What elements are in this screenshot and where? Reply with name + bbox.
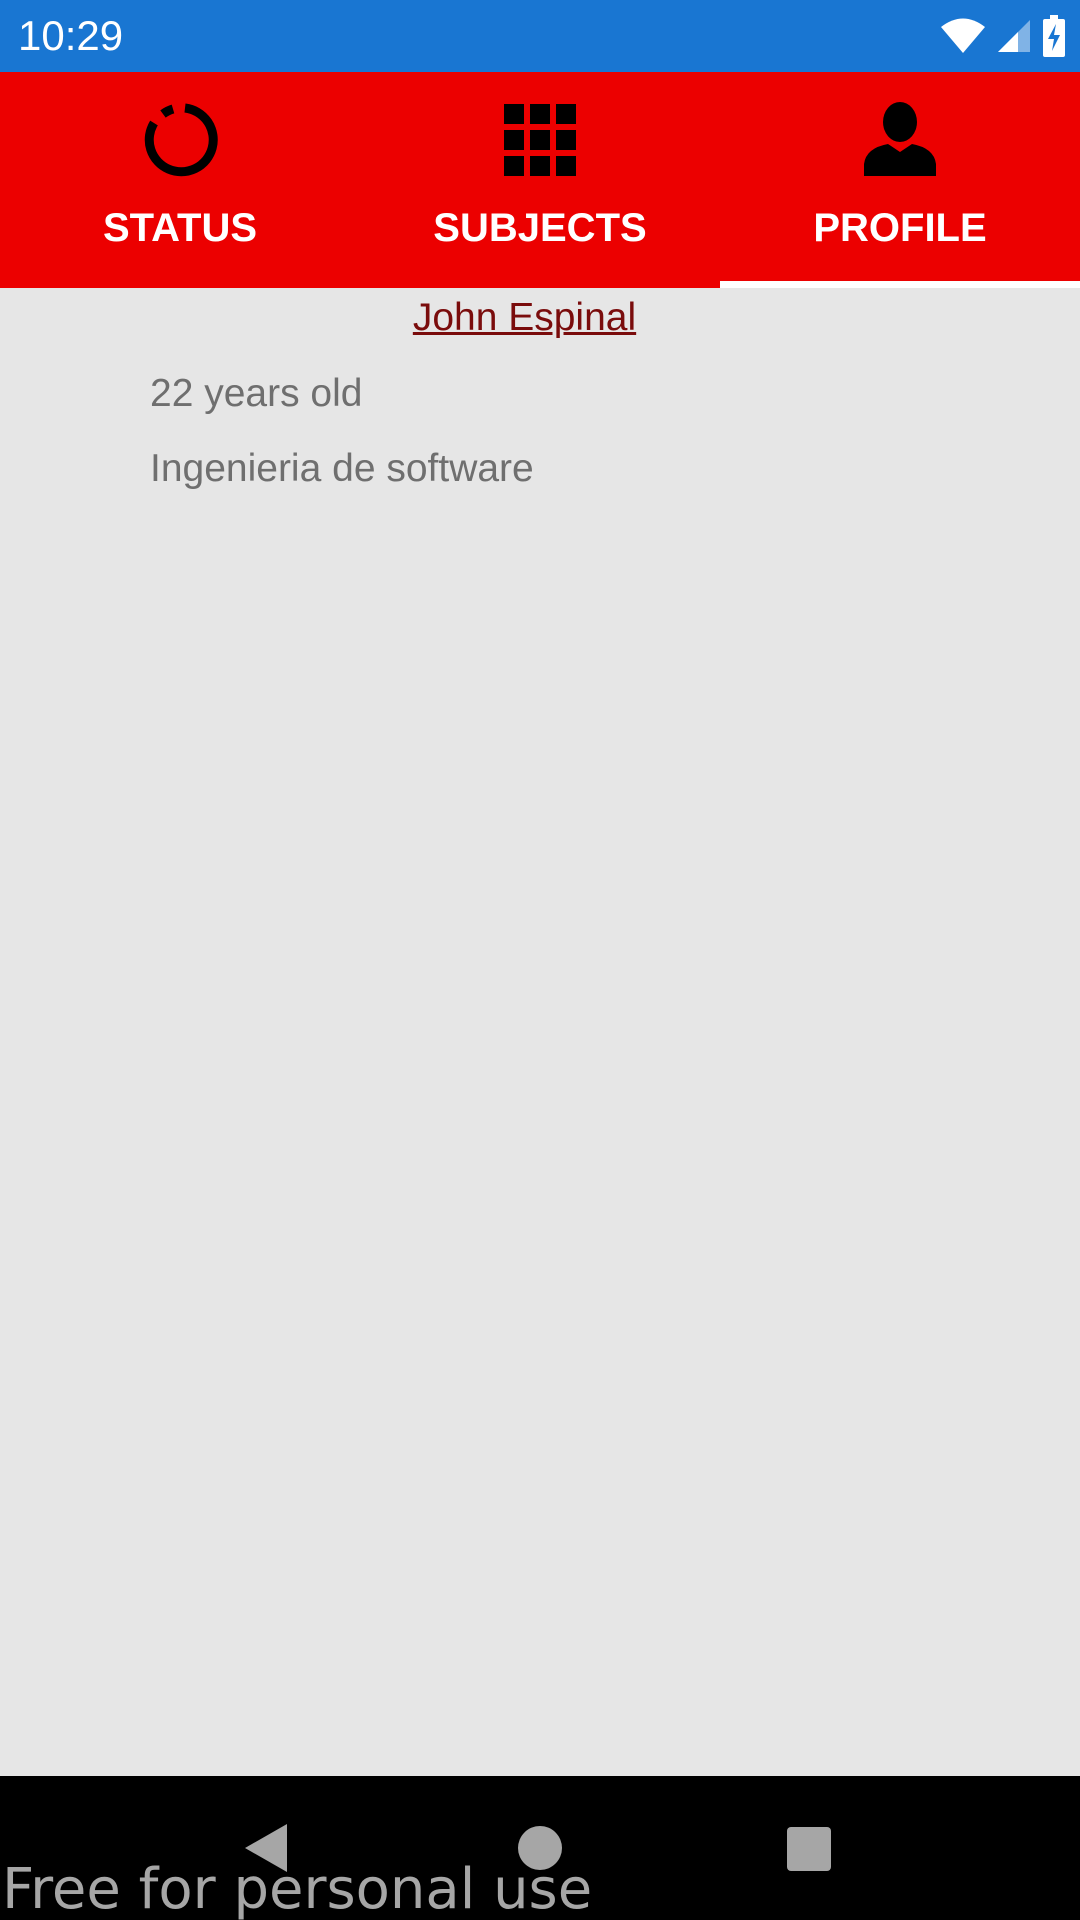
battery-charging-icon	[1042, 15, 1066, 57]
tab-subjects[interactable]: SUBJECTS	[360, 72, 720, 288]
status-bar: 10:29	[0, 0, 1080, 72]
tab-status[interactable]: STATUS	[0, 72, 360, 288]
status-time: 10:29	[18, 12, 124, 59]
tab-profile[interactable]: PROFILE	[720, 72, 1080, 288]
tab-subjects-label: SUBJECTS	[433, 206, 647, 250]
tab-bar: STATUS SUBJECTS PROFILE	[0, 72, 1080, 288]
watermark-text: Free for personal use	[2, 1857, 593, 1920]
selected-tab-indicator	[720, 281, 1080, 288]
wifi-icon	[940, 18, 986, 54]
circular-progress-icon	[140, 100, 220, 180]
tab-status-label: STATUS	[102, 206, 258, 250]
profile-career: Ingenieria de software	[150, 447, 534, 490]
signal-icon	[996, 18, 1032, 54]
profile-name-link[interactable]: John Espinal	[0, 292, 1049, 344]
status-icons	[940, 14, 1066, 58]
person-icon	[860, 100, 940, 180]
recents-icon[interactable]	[778, 1818, 838, 1878]
profile-age: 22 years old	[150, 372, 363, 415]
tab-profile-label: PROFILE	[813, 206, 987, 250]
app-screen: 10:29 STATUS SUBJECTS PROFILE John Espin…	[0, 0, 1080, 1920]
grid-icon	[500, 100, 580, 180]
